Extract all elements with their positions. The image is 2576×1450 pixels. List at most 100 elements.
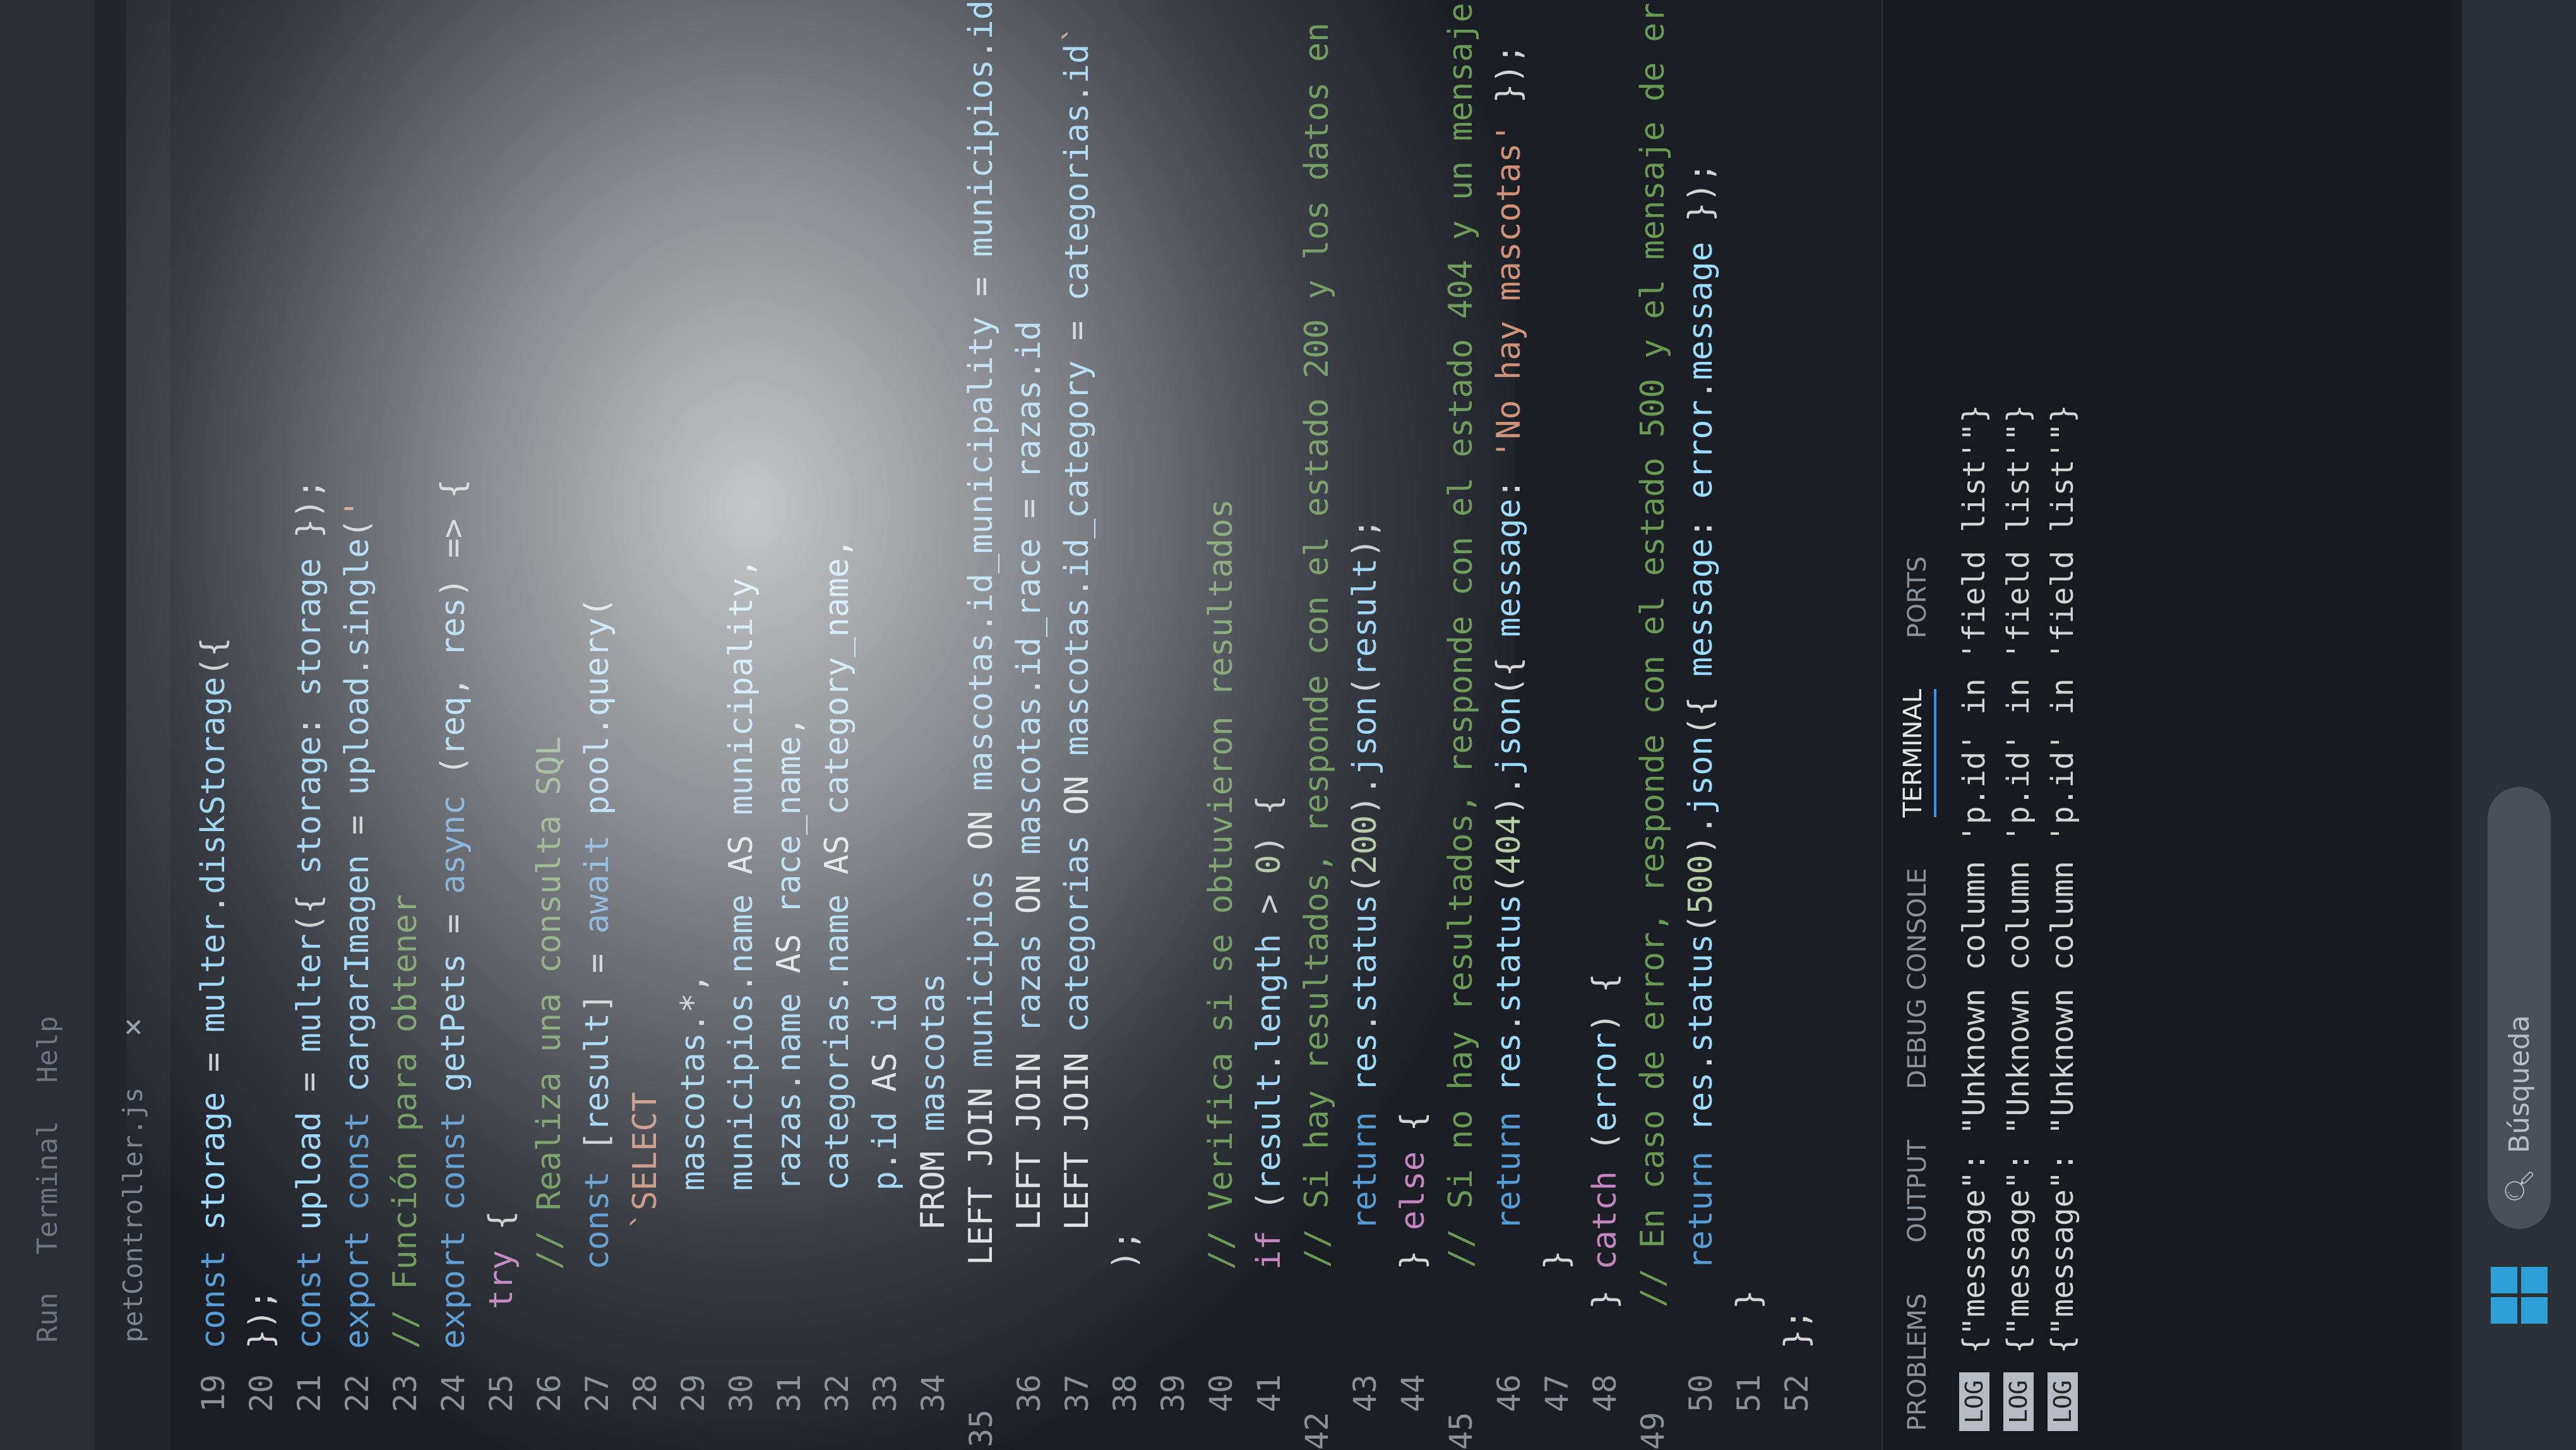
menu-run[interactable]: Run [32,1293,64,1343]
log-badge: LOG [1959,1372,1989,1431]
code-text: LEFT JOIN categorias ON mascotas.id_cate… [1058,24,1096,1231]
code-line[interactable]: 21 const upload = multer({ storage: stora… [285,0,333,1450]
code-line[interactable]: 30 municipios.name AS municipality, [717,0,765,1450]
terminal-message: {"message": "Unknown column 'p.id' in 'f… [1957,404,1992,1354]
code-line[interactable]: 34 FROM mascotas [909,0,957,1450]
line-number: 34 [915,1374,951,1413]
terminal-line: LOG {"message": "Unknown column 'p.id' in… [2041,0,2085,1450]
code-text: FROM mascotas [914,973,952,1231]
tab-terminal[interactable]: TERMINAL [1899,688,1936,818]
code-text: const upload = multer({ storage: storage… [290,479,328,1349]
terminal-line: LOG {"message": "Unknown column 'p.id' in… [1952,0,1996,1450]
code-line[interactable]: 20}); [237,0,285,1450]
search-placeholder: Búsqueda [2503,1015,2536,1154]
line-number: 19 [195,1374,232,1413]
line-number: 31 [771,1374,808,1413]
code-line[interactable]: 42 // Si hay resultados, responde con el… [1293,0,1341,1450]
code-line[interactable]: 44 } else { [1389,0,1437,1450]
code-text: return res.status(404).json({ message: '… [1490,44,1528,1231]
code-line[interactable]: 26 // Realiza una consulta SQL [525,0,573,1450]
line-number: 25 [483,1374,520,1413]
title-bar: Run Terminal Help [0,0,95,1450]
code-text: // Si no hay resultados, responde con el… [1442,0,1480,1268]
code-line[interactable]: 28 `SELECT [621,0,669,1450]
line-number: 43 [1347,1374,1383,1413]
code-line[interactable]: 46 return res.status(404).json({ message… [1485,0,1533,1450]
tab-output[interactable]: OUTPUT [1903,1140,1932,1243]
log-badge: LOG [2003,1372,2034,1431]
code-text: p.id AS id [866,993,904,1191]
line-number: 42 [1299,1411,1335,1450]
code-line[interactable]: 41 if (result.length > 0) { [1245,0,1293,1450]
taskbar-search[interactable]: 🔍︎ Búsqueda [2488,787,2551,1229]
terminal-message: {"message": "Unknown column 'p.id' in 'f… [2045,404,2080,1354]
line-number: 45 [1443,1411,1479,1450]
code-line[interactable]: 38 ); [1101,0,1149,1450]
code-line[interactable]: 49 // En caso de error, responde con el … [1629,0,1677,1450]
code-line[interactable]: 33 p.id AS id [861,0,909,1450]
line-number: 24 [435,1374,472,1413]
bottom-panel: PROBLEMS OUTPUT DEBUG CONSOLE TERMINAL PORTS… [1881,0,2451,1450]
line-number: 32 [819,1374,856,1413]
code-text: export const getPets = async (req, res) … [434,479,472,1349]
code-text: // Función para obtener [386,894,424,1349]
code-text: } [1538,1250,1576,1270]
windows-start-icon[interactable] [2491,1267,2548,1324]
log-badge: LOG [2048,1372,2078,1431]
editor-tab-bar: petController.js × [95,0,170,1450]
code-text: // En caso de error, responde con el est… [1634,0,1672,1308]
code-line[interactable]: 35 LEFT JOIN municipios ON mascotas.id_m… [957,0,1005,1450]
line-number: 39 [1155,1374,1191,1413]
code-line[interactable]: 25 try { [477,0,525,1450]
code-text: return res.status(200).json(result); [1346,518,1384,1231]
code-text: // Verifica si se obtuvieron resultados [1202,498,1240,1270]
line-number: 35 [963,1409,999,1447]
tab-pet-controller[interactable]: petController.js [117,1087,148,1343]
code-editor[interactable]: 19 const storage = multer.diskStorage({20… [189,0,1856,1450]
code-text: mascotas.*, [674,973,712,1191]
line-number: 36 [1011,1374,1047,1413]
code-line[interactable]: 45 // Si no hay resultados, responde con… [1437,0,1485,1450]
menu-terminal[interactable]: Terminal [32,1121,64,1255]
code-line[interactable]: 40 // Verifica si se obtuvieron resultad… [1197,0,1245,1450]
terminal-output[interactable]: LOG {"message": "Unknown column 'p.id' in… [1952,0,2085,1450]
code-line[interactable]: 37 LEFT JOIN categorias ON mascotas.id_c… [1053,0,1101,1450]
code-text: } catch (error) { [1586,973,1624,1310]
line-number: 40 [1203,1374,1239,1413]
code-text: LEFT JOIN razas ON mascotas.id_race = ra… [1010,320,1048,1231]
line-number: 30 [723,1374,760,1413]
code-line[interactable]: 29 mascotas.*, [669,0,717,1450]
code-line[interactable]: 36 LEFT JOIN razas ON mascotas.id_race =… [1005,0,1053,1450]
code-line[interactable]: 19 const storage = multer.diskStorage({ [189,0,237,1450]
code-line[interactable]: 24 export const getPets = async (req, res… [429,0,477,1450]
code-line[interactable]: 43 return res.status(200).json(result); [1341,0,1389,1450]
code-line[interactable]: 51 } [1725,0,1773,1450]
code-line[interactable]: 32 categorias.name AS category_name, [813,0,861,1450]
code-text: razas.name AS race_name, [770,716,808,1191]
line-number: 49 [1635,1411,1671,1450]
code-line[interactable]: 48 } catch (error) { [1581,0,1629,1450]
code-line[interactable]: 23 // Función para obtener [381,0,429,1450]
code-line[interactable]: 50 return res.status(500).json({ message… [1677,0,1725,1450]
line-number: 41 [1251,1374,1287,1413]
code-text: return res.status(500).json({ message: e… [1682,162,1720,1270]
search-icon: 🔍︎ [2503,1168,2536,1204]
code-text: municipios.name AS municipality, [722,558,760,1191]
code-line[interactable]: 27 const [result] = await pool.query( [573,0,621,1450]
line-number: 38 [1107,1374,1143,1413]
close-icon[interactable]: × [114,1017,151,1036]
tab-problems[interactable]: PROBLEMS [1903,1293,1932,1431]
line-number: 23 [387,1374,424,1413]
code-line[interactable]: 39 [1149,0,1197,1450]
tab-debug-console[interactable]: DEBUG CONSOLE [1903,868,1932,1089]
code-text: }); [242,1290,280,1349]
code-line[interactable]: 31 razas.name AS race_name, [765,0,813,1450]
code-line[interactable]: 22 export const cargarImagen = upload.sin… [333,0,381,1450]
tab-ports[interactable]: PORTS [1903,556,1932,638]
taskbar: 🔍︎ Búsqueda [2462,0,2576,1450]
code-text: } else { [1394,1111,1432,1270]
menu-help[interactable]: Help [32,1016,64,1083]
code-line[interactable]: 52}; [1773,0,1821,1450]
code-line[interactable]: 47 } [1533,0,1581,1450]
code-text: if (result.length > 0) { [1250,795,1288,1270]
